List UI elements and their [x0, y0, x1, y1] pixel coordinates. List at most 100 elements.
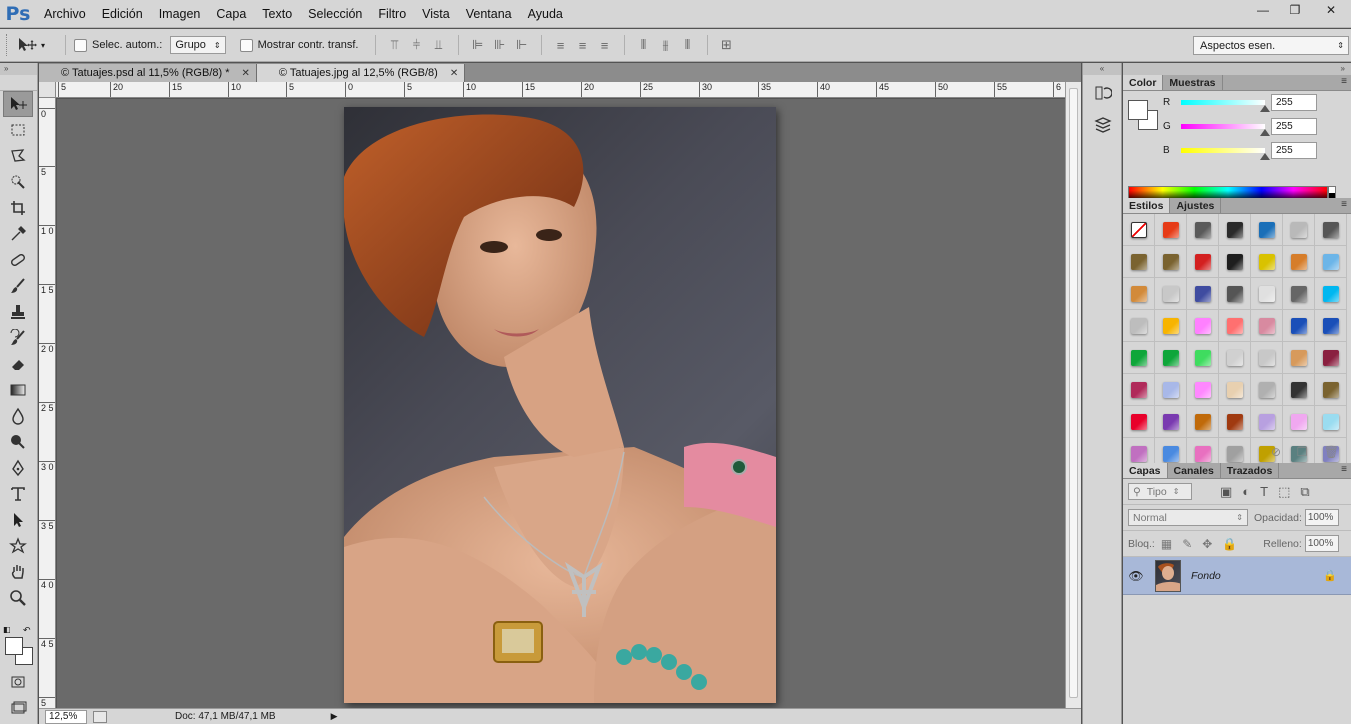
minimize-button[interactable]: —: [1247, 0, 1279, 20]
style-swatch[interactable]: [1251, 278, 1283, 310]
style-swatch[interactable]: [1315, 278, 1347, 310]
style-swatch[interactable]: [1251, 310, 1283, 342]
layer-row-fondo[interactable]: 👁 Fondo 🔒: [1123, 557, 1351, 595]
screen-mode-button[interactable]: [0, 695, 36, 721]
adjustment-filter-icon[interactable]: ◐: [1242, 484, 1250, 500]
swap-colors-icon[interactable]: ↶: [23, 625, 31, 636]
eye-icon[interactable]: 👁: [1123, 569, 1149, 583]
style-swatch[interactable]: [1283, 278, 1315, 310]
style-swatch[interactable]: [1219, 342, 1251, 374]
eyedropper-tool[interactable]: [0, 221, 36, 247]
tab-canales[interactable]: Canales: [1168, 463, 1221, 478]
style-swatch[interactable]: [1283, 246, 1315, 278]
zoom-tool[interactable]: [0, 585, 36, 611]
marquee-tool[interactable]: [0, 117, 36, 143]
tab-estilos[interactable]: Estilos: [1123, 198, 1171, 213]
distribute-bottom-icon[interactable]: ≡: [594, 36, 616, 54]
style-swatch[interactable]: [1283, 406, 1315, 438]
type-filter-icon[interactable]: T: [1260, 484, 1268, 500]
panel-menu-icon[interactable]: ≡: [1341, 76, 1347, 87]
lock-all-icon[interactable]: 🔒: [1222, 537, 1237, 551]
style-swatch[interactable]: [1187, 342, 1219, 374]
path-select-tool[interactable]: [0, 507, 36, 533]
style-swatch[interactable]: [1187, 278, 1219, 310]
slider-thumb[interactable]: [1260, 128, 1270, 136]
style-swatch[interactable]: [1219, 310, 1251, 342]
style-swatch[interactable]: [1155, 374, 1187, 406]
close-button[interactable]: ✕: [1311, 0, 1351, 20]
distribute-vcenter-icon[interactable]: ≡: [572, 36, 594, 54]
expand-icon[interactable]: «: [1083, 63, 1121, 75]
blend-mode-dropdown[interactable]: Normal ⇕: [1128, 509, 1248, 526]
red-value-field[interactable]: 255: [1271, 93, 1317, 111]
menu-texto[interactable]: Texto: [254, 0, 300, 28]
style-swatch[interactable]: [1251, 214, 1283, 246]
vertical-ruler[interactable]: 0 5 1 0 1 5 2 0 2 5 3 0 3 5 4 0 4 5 5: [39, 98, 56, 708]
collapse-icon[interactable]: »: [1123, 63, 1351, 75]
fill-field[interactable]: 100%: [1304, 535, 1339, 552]
panel-menu-icon[interactable]: ≡: [1341, 199, 1347, 210]
style-swatch[interactable]: [1123, 246, 1155, 278]
eraser-tool[interactable]: [0, 351, 36, 377]
tab-trazados[interactable]: Trazados: [1221, 463, 1280, 478]
history-brush-tool[interactable]: [0, 325, 36, 351]
style-swatch[interactable]: [1315, 214, 1347, 246]
style-swatch[interactable]: [1315, 374, 1347, 406]
trash-icon[interactable]: 🗑: [1324, 445, 1339, 459]
panel-menu-icon[interactable]: ≡: [1341, 464, 1347, 475]
align-top-icon[interactable]: ⫪: [384, 36, 406, 54]
distribute-top-icon[interactable]: ≡: [550, 36, 572, 54]
style-swatch[interactable]: [1123, 374, 1155, 406]
style-swatch[interactable]: [1219, 278, 1251, 310]
crop-tool[interactable]: [0, 195, 36, 221]
color-swatches[interactable]: ◧ ↶: [3, 625, 37, 665]
menu-imagen[interactable]: Imagen: [151, 0, 209, 28]
opacity-field[interactable]: 100%: [1304, 509, 1339, 526]
workspace-dropdown[interactable]: Aspectos esen. ⇕: [1193, 36, 1349, 55]
menu-ayuda[interactable]: Ayuda: [520, 0, 571, 28]
foreground-swatch[interactable]: [1128, 100, 1148, 120]
style-swatch[interactable]: [1187, 374, 1219, 406]
default-colors-icon[interactable]: ◧: [3, 625, 11, 634]
lock-transparency-icon[interactable]: ▦: [1161, 537, 1172, 551]
tab-muestras[interactable]: Muestras: [1163, 75, 1223, 90]
align-left-icon[interactable]: ⊫: [467, 36, 489, 54]
layer-name[interactable]: Fondo: [1191, 570, 1221, 582]
style-swatch[interactable]: [1315, 246, 1347, 278]
document-profile-icon[interactable]: [93, 710, 107, 723]
brush-tool[interactable]: [0, 273, 36, 299]
style-swatch[interactable]: [1155, 310, 1187, 342]
distribute-right-icon[interactable]: ⫴: [677, 36, 699, 54]
blue-slider[interactable]: [1181, 147, 1270, 160]
align-bottom-icon[interactable]: ⫫: [428, 36, 450, 54]
tools-grip[interactable]: [0, 75, 37, 91]
close-icon[interactable]: ✕: [450, 68, 458, 79]
lock-position-icon[interactable]: ✥: [1202, 537, 1212, 551]
style-swatch[interactable]: [1283, 342, 1315, 374]
prohibit-icon[interactable]: ⊘: [1271, 445, 1281, 459]
green-value-field[interactable]: 255: [1271, 117, 1317, 135]
style-swatch[interactable]: [1251, 342, 1283, 374]
move-tool[interactable]: [3, 91, 33, 117]
style-swatch[interactable]: [1283, 374, 1315, 406]
auto-select-dropdown[interactable]: Grupo ⇕: [170, 36, 226, 54]
shape-filter-icon[interactable]: ⬚: [1278, 484, 1290, 500]
quick-mask-button[interactable]: [0, 669, 36, 695]
style-swatch[interactable]: [1219, 246, 1251, 278]
slider-thumb[interactable]: [1260, 104, 1270, 112]
distribute-hcenter-icon[interactable]: ⫵: [655, 36, 677, 54]
horizontal-ruler[interactable]: 5 20 15 10 5 0 5 10 15 20 25 30 35 40 45…: [56, 82, 1065, 98]
style-swatch[interactable]: [1123, 278, 1155, 310]
gradient-tool[interactable]: [0, 377, 36, 403]
properties-panel-button[interactable]: [1086, 111, 1120, 139]
green-slider[interactable]: [1181, 123, 1270, 136]
tab-tatuajes-jpg[interactable]: © Tatuajes.jpg al 12,5% (RGB/8) ✕: [256, 64, 466, 82]
vertical-scrollbar[interactable]: [1065, 82, 1081, 708]
style-swatch[interactable]: [1123, 342, 1155, 374]
red-slider[interactable]: [1181, 99, 1270, 112]
dodge-tool[interactable]: [0, 429, 36, 455]
tab-ajustes[interactable]: Ajustes: [1170, 198, 1222, 213]
distribute-left-icon[interactable]: ⫴: [633, 36, 655, 54]
style-swatch[interactable]: [1155, 342, 1187, 374]
tab-color[interactable]: Color: [1123, 75, 1164, 90]
